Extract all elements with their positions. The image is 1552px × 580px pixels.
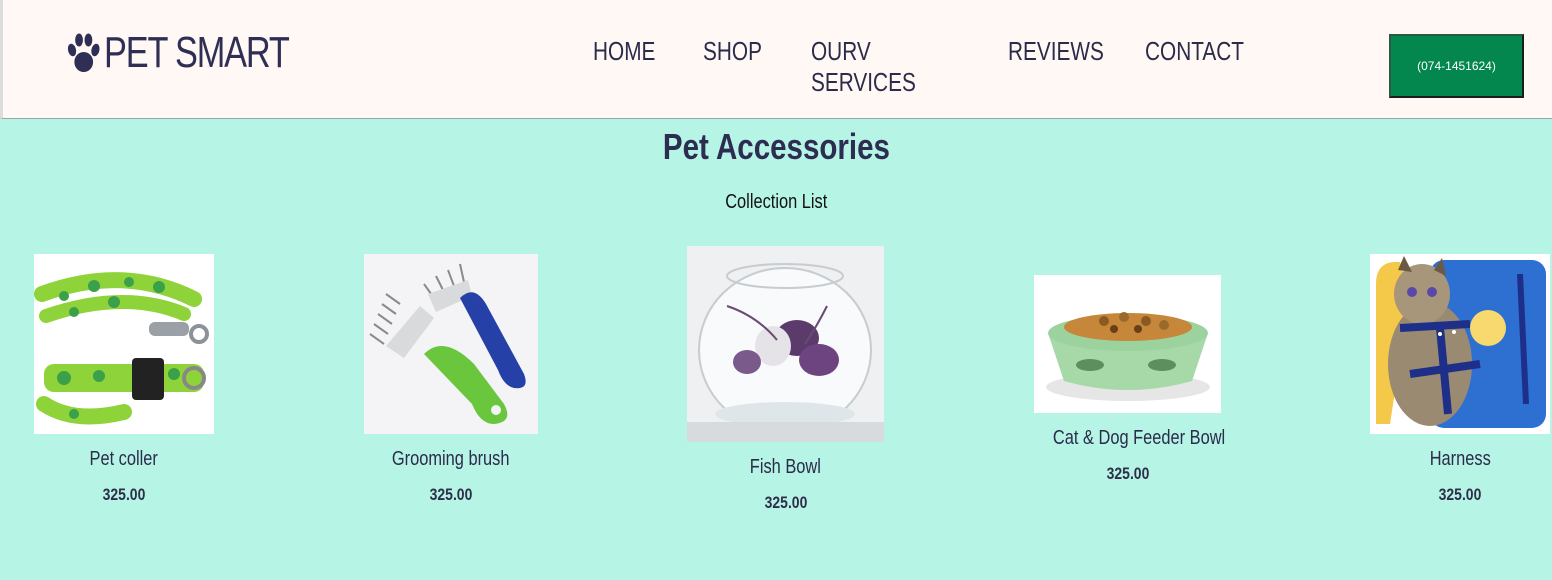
product-name-text: Cat & Dog Feeder Bowl	[1052, 427, 1226, 449]
product-price-text: 325.00	[1438, 485, 1482, 504]
product-card[interactable]: Cat & Dog Feeder Bowl 325.00	[1034, 275, 1225, 484]
product-price-text: 325.00	[764, 493, 807, 512]
product-name: Pet coller	[34, 448, 214, 471]
product-price-text: 325.00	[1106, 464, 1149, 483]
section-title: Pet Accessories	[0, 126, 1552, 168]
nav-services[interactable]: OURV SERVICES	[811, 36, 969, 98]
product-price-text: 325.00	[102, 485, 146, 504]
product-image-leash[interactable]	[34, 254, 214, 434]
product-price: 325.00	[687, 493, 884, 513]
product-card[interactable]: Fish Bowl 325.00	[687, 246, 884, 513]
site-header: PET SMART HOME SHOP OURV SERVICES REVIEW…	[0, 0, 1552, 119]
product-card[interactable]: Grooming brush 325.00	[364, 254, 538, 505]
logo-text: PET SMART	[104, 28, 290, 77]
nav-home[interactable]: HOME	[593, 36, 681, 98]
section-subtitle-text: Collection List	[724, 191, 828, 213]
product-price-text: 325.00	[429, 485, 473, 504]
product-name-text: Grooming brush	[392, 448, 510, 470]
phone-button[interactable]: (074-1451624)	[1389, 34, 1524, 98]
product-card[interactable]: Harness 325.00	[1370, 254, 1550, 505]
product-name-text: Fish Bowl	[749, 456, 822, 478]
product-name: Harness	[1370, 448, 1550, 471]
product-name: Grooming brush	[364, 448, 538, 471]
product-name-text: Harness	[1429, 448, 1491, 470]
nav-shop[interactable]: SHOP	[703, 36, 789, 98]
nav-contact[interactable]: CONTACT	[1145, 36, 1244, 98]
section-title-text: Pet Accessories	[662, 126, 890, 167]
main-nav: HOME SHOP OURV SERVICES REVIEWS CONTACT	[593, 36, 1255, 98]
product-image-feeder[interactable]	[1034, 275, 1221, 413]
logo[interactable]: PET SMART	[65, 28, 290, 78]
product-price: 325.00	[1370, 485, 1550, 505]
product-price: 325.00	[1034, 464, 1221, 484]
product-name: Cat & Dog Feeder Bowl	[1034, 427, 1225, 450]
product-image-brush[interactable]	[364, 254, 538, 434]
section-subtitle: Collection List	[0, 191, 1552, 214]
product-image-harness[interactable]	[1370, 254, 1550, 434]
paw-icon	[67, 33, 100, 72]
product-price: 325.00	[364, 485, 538, 505]
product-image-fishbowl[interactable]	[687, 246, 884, 442]
product-card[interactable]: Pet coller 325.00	[34, 254, 214, 505]
product-name: Fish Bowl	[687, 456, 884, 479]
product-price: 325.00	[34, 485, 214, 505]
nav-reviews[interactable]: REVIEWS	[1008, 36, 1118, 98]
product-name-text: Pet coller	[89, 448, 159, 470]
